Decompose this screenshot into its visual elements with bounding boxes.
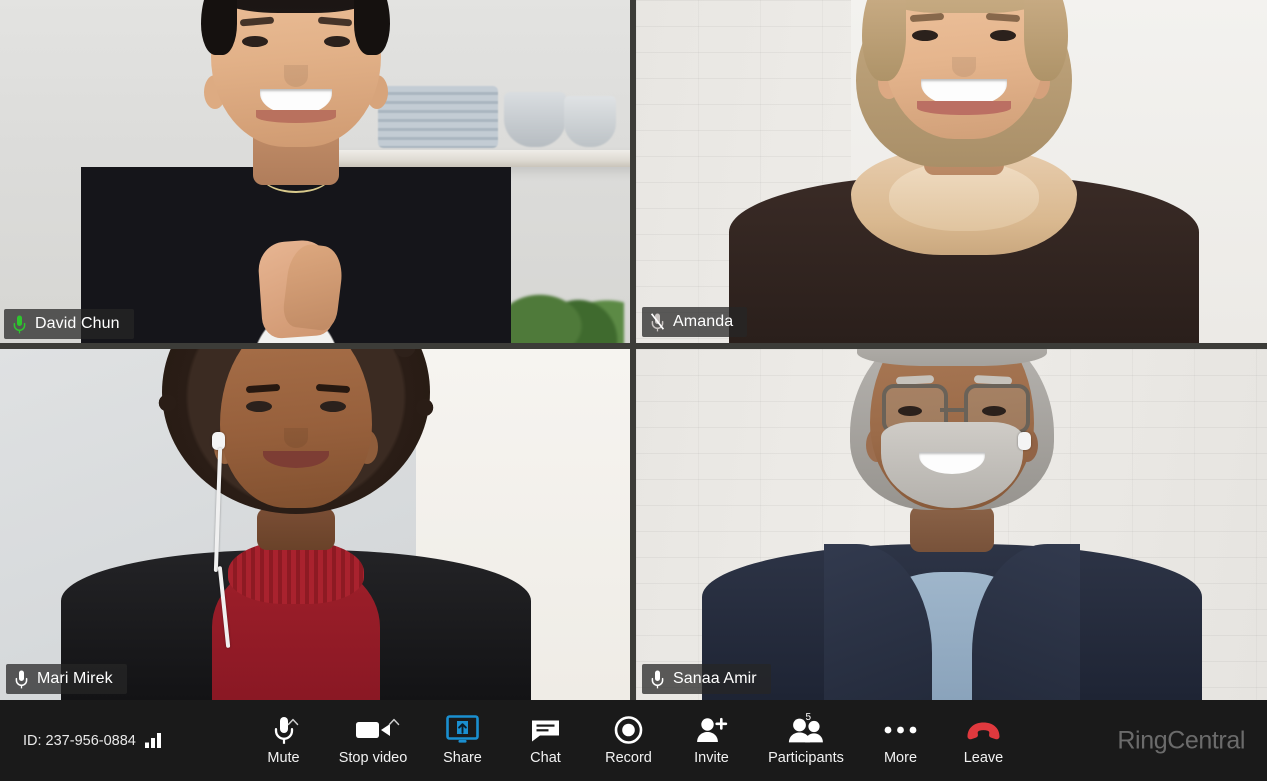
video-feed-amanda	[636, 0, 1267, 343]
toolbar-button-group: Mute Stop video Share Chat Record Invite…	[242, 700, 1025, 781]
nameplate-amanda: Amanda	[642, 307, 748, 337]
record-button[interactable]: Record	[587, 700, 670, 781]
button-label: Participants	[768, 749, 844, 766]
button-label: Stop video	[338, 749, 408, 766]
participants-count-badge: 5	[805, 711, 811, 723]
button-label: Invite	[694, 749, 729, 766]
person-amanda	[729, 0, 1200, 343]
video-feed-david-chun	[0, 0, 630, 343]
button-label: Chat	[530, 749, 561, 766]
shelf-bowl-right	[563, 96, 616, 147]
button-label: Mute	[267, 749, 300, 766]
microphone-icon	[15, 670, 28, 689]
video-feed-sanaa-amir	[636, 349, 1267, 700]
meeting-id-label: ID: 237-956-0884	[23, 732, 136, 749]
people-icon: 5	[787, 711, 825, 745]
nameplate-david-chun: David Chun	[4, 309, 134, 339]
earbud-icon	[1017, 432, 1031, 450]
person-david-chun	[81, 0, 512, 343]
microphone-icon	[13, 315, 26, 334]
share-button[interactable]: Share	[421, 700, 504, 781]
chevron-up-icon[interactable]	[287, 718, 298, 726]
microphone-muted-icon	[651, 312, 664, 332]
participant-name: Amanda	[673, 313, 734, 330]
nameplate-mari-mirek: Mari Mirek	[6, 664, 127, 694]
button-label: Record	[605, 749, 652, 766]
person-mari-mirek	[61, 349, 532, 700]
participant-name: Mari Mirek	[37, 670, 113, 687]
record-circle-icon	[614, 716, 643, 745]
button-label: Leave	[963, 749, 1004, 766]
microphone-icon	[273, 716, 298, 745]
screen-share-icon	[446, 715, 480, 745]
leave-button[interactable]: Leave	[942, 700, 1025, 781]
video-tile-amanda[interactable]: Amanda	[636, 0, 1267, 343]
video-tile-david-chun[interactable]: David Chun	[0, 0, 630, 343]
participant-name: Sanaa Amir	[673, 670, 757, 687]
stop-video-button[interactable]: Stop video	[325, 700, 421, 781]
button-label: Share	[443, 749, 482, 766]
video-meeting-window: David Chun Amanda Mari Mirek Sanaa Amir …	[0, 0, 1267, 781]
video-feed-mari-mirek	[0, 349, 630, 700]
button-label: More	[883, 749, 918, 766]
participants-button[interactable]: 5 Participants	[753, 700, 859, 781]
shelf-bowl-left	[504, 92, 566, 147]
nameplate-sanaa-amir: Sanaa Amir	[642, 664, 771, 694]
participant-name: David Chun	[35, 315, 120, 332]
microphone-icon	[651, 670, 664, 689]
video-tile-sanaa-amir[interactable]: Sanaa Amir	[636, 349, 1267, 700]
signal-bars-icon	[144, 732, 164, 749]
person-plus-icon	[696, 716, 728, 745]
more-button[interactable]: More	[859, 700, 942, 781]
chat-bubble-icon	[531, 716, 561, 745]
phone-hangup-icon	[965, 716, 1003, 745]
house-plant	[504, 263, 624, 343]
participant-video-grid: David Chun Amanda Mari Mirek Sanaa Amir	[0, 0, 1267, 700]
video-camera-icon	[355, 716, 399, 745]
ellipsis-icon	[884, 716, 918, 745]
ringcentral-logo: RingCentral	[1117, 726, 1245, 754]
mute-button[interactable]: Mute	[242, 700, 325, 781]
meeting-id-status: ID: 237-956-0884	[23, 732, 164, 749]
chat-button[interactable]: Chat	[504, 700, 587, 781]
video-tile-mari-mirek[interactable]: Mari Mirek	[0, 349, 630, 700]
invite-button[interactable]: Invite	[670, 700, 753, 781]
person-sanaa-amir	[701, 349, 1202, 700]
chevron-up-icon[interactable]	[388, 718, 399, 726]
meeting-toolbar: ID: 237-956-0884 Mute Stop video Share C…	[0, 700, 1267, 781]
